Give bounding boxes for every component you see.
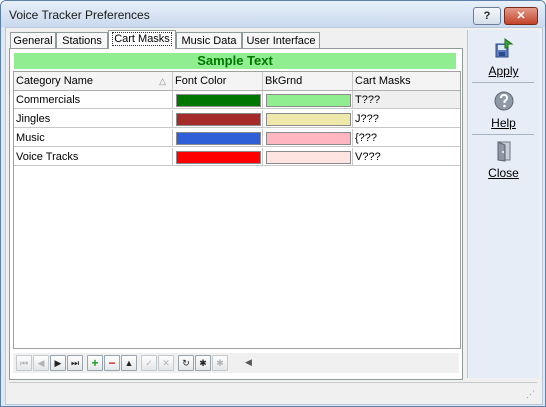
category-name-cell[interactable]: Commercials bbox=[14, 91, 173, 109]
table-row[interactable]: Jingles J??? bbox=[14, 110, 460, 128]
category-name-cell[interactable]: Voice Tracks bbox=[14, 148, 173, 166]
column-header-category-name[interactable]: Category Name △ bbox=[14, 72, 173, 90]
cart-masks-page: Sample Text Category Name △ Font Color B… bbox=[9, 48, 463, 380]
apply-label: Apply bbox=[488, 64, 519, 78]
tab-cart-masks[interactable]: Cart Masks bbox=[108, 30, 176, 49]
scroll-left-icon[interactable]: ◀ bbox=[245, 357, 252, 368]
tab-label: Cart Masks bbox=[112, 32, 172, 46]
sort-ascending-icon: △ bbox=[159, 76, 166, 86]
bkgrnd-color-swatch bbox=[266, 132, 351, 145]
door-exit-icon bbox=[497, 141, 511, 162]
help-button[interactable]: Help bbox=[468, 86, 539, 130]
font-color-swatch bbox=[176, 94, 261, 107]
bkgrnd-color-swatch bbox=[266, 113, 351, 126]
preferences-window: Voice Tracker Preferences ? ✕ General St… bbox=[0, 0, 546, 407]
cart-mask-cell[interactable]: {??? bbox=[353, 129, 460, 147]
font-color-cell[interactable] bbox=[173, 110, 263, 128]
bkgrnd-color-cell[interactable] bbox=[263, 129, 353, 147]
column-header-bkgrnd[interactable]: BkGrnd bbox=[263, 72, 353, 90]
cart-mask-cell[interactable]: J??? bbox=[353, 110, 460, 128]
window-title: Voice Tracker Preferences bbox=[9, 8, 150, 22]
apply-button[interactable]: Apply bbox=[468, 34, 539, 78]
tab-music-data[interactable]: Music Data bbox=[176, 32, 242, 49]
sample-text-preview: Sample Text bbox=[14, 53, 456, 69]
delete-record-icon[interactable]: − bbox=[104, 355, 120, 371]
edit-record-icon[interactable]: ▲ bbox=[121, 355, 137, 371]
close-button[interactable]: Close bbox=[468, 136, 539, 180]
column-header-font-color[interactable]: Font Color bbox=[173, 72, 263, 90]
action-panel: Apply Help Close bbox=[467, 30, 539, 378]
table-row[interactable]: Commercials T??? bbox=[14, 91, 460, 109]
record-navigator: ⏮ ◀ ▶ ⏭ + − ▲ ✓ ✕ ↻ ✱ ✱ ◀ bbox=[13, 353, 459, 373]
prior-record-icon[interactable]: ◀ bbox=[33, 355, 49, 371]
font-color-cell[interactable] bbox=[173, 129, 263, 147]
bkgrnd-color-swatch bbox=[266, 151, 351, 164]
first-record-icon[interactable]: ⏮ bbox=[16, 355, 32, 371]
tab-stations[interactable]: Stations bbox=[56, 32, 108, 49]
cart-mask-cell[interactable]: T??? bbox=[353, 91, 460, 109]
help-title-button[interactable]: ? bbox=[473, 7, 501, 25]
tab-label: General bbox=[13, 35, 53, 47]
help-icon bbox=[494, 91, 514, 111]
grid-header: Category Name △ Font Color BkGrnd Cart M… bbox=[14, 72, 460, 91]
next-record-icon[interactable]: ▶ bbox=[50, 355, 66, 371]
cart-masks-grid[interactable]: Category Name △ Font Color BkGrnd Cart M… bbox=[13, 71, 461, 349]
font-color-swatch bbox=[176, 151, 261, 164]
font-color-cell[interactable] bbox=[173, 91, 263, 109]
close-title-button[interactable]: ✕ bbox=[504, 7, 538, 25]
dialog-client: General Stations Cart Masks Music Data U… bbox=[5, 27, 543, 405]
post-record-icon[interactable]: ✓ bbox=[141, 355, 157, 371]
font-color-cell[interactable] bbox=[173, 148, 263, 166]
cancel-edit-icon[interactable]: ✕ bbox=[158, 355, 174, 371]
tab-label: User Interface bbox=[246, 35, 316, 47]
column-header-label: Category Name bbox=[16, 75, 94, 87]
last-record-icon[interactable]: ⏭ bbox=[67, 355, 83, 371]
cart-mask-cell[interactable]: V??? bbox=[353, 148, 460, 166]
title-bar: Voice Tracker Preferences ? ✕ bbox=[1, 1, 545, 27]
close-label: Close bbox=[488, 166, 519, 180]
tab-label: Stations bbox=[62, 35, 102, 47]
font-color-swatch bbox=[176, 113, 261, 126]
table-row[interactable]: Voice Tracks V??? bbox=[14, 148, 460, 166]
font-color-swatch bbox=[176, 132, 261, 145]
bkgrnd-color-cell[interactable] bbox=[263, 110, 353, 128]
status-bar: ⋰ bbox=[9, 382, 537, 401]
refresh-icon[interactable]: ↻ bbox=[178, 355, 194, 371]
category-name-cell[interactable]: Music bbox=[14, 129, 173, 147]
column-header-cart-masks[interactable]: Cart Masks bbox=[353, 72, 460, 90]
divider bbox=[472, 82, 534, 83]
bkgrnd-color-swatch bbox=[266, 94, 351, 107]
bkgrnd-color-cell[interactable] bbox=[263, 91, 353, 109]
tab-label: Music Data bbox=[181, 35, 237, 47]
goto-bookmark-icon[interactable]: ✱ bbox=[212, 355, 228, 371]
tab-user-interface[interactable]: User Interface bbox=[242, 32, 320, 49]
set-bookmark-icon[interactable]: ✱ bbox=[195, 355, 211, 371]
tab-general[interactable]: General bbox=[10, 32, 56, 49]
bkgrnd-color-cell[interactable] bbox=[263, 148, 353, 166]
table-row[interactable]: Music {??? bbox=[14, 129, 460, 147]
help-label: Help bbox=[491, 116, 516, 130]
resize-grip-icon[interactable]: ⋰ bbox=[526, 389, 535, 400]
insert-record-icon[interactable]: + bbox=[87, 355, 103, 371]
divider bbox=[472, 134, 534, 135]
category-name-cell[interactable]: Jingles bbox=[14, 110, 173, 128]
apply-icon bbox=[495, 38, 514, 58]
